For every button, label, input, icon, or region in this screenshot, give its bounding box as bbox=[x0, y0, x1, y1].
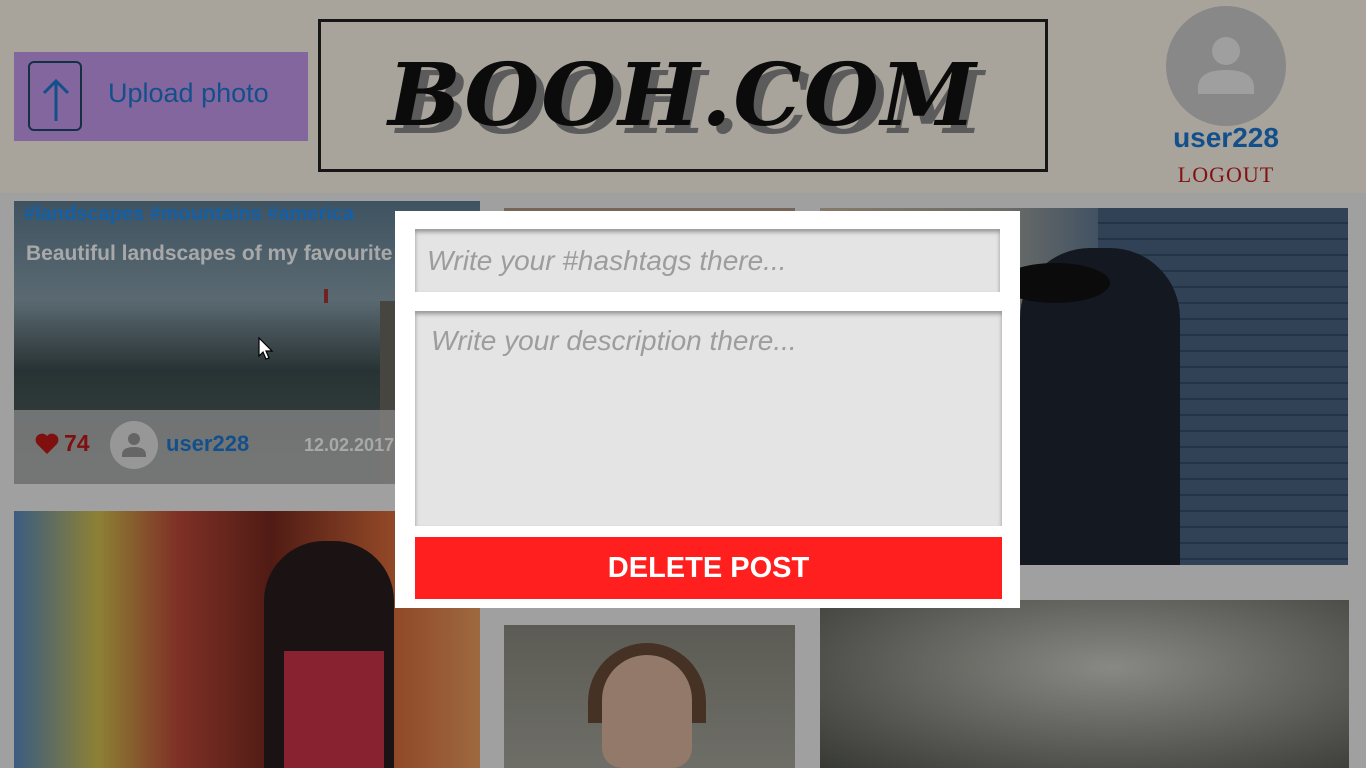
edit-post-modal: DELETE POST bbox=[395, 211, 1020, 608]
hashtags-input[interactable] bbox=[415, 229, 1000, 292]
mouse-cursor-icon bbox=[258, 337, 274, 360]
delete-post-button[interactable]: DELETE POST bbox=[415, 537, 1002, 599]
description-input[interactable] bbox=[415, 311, 1002, 526]
